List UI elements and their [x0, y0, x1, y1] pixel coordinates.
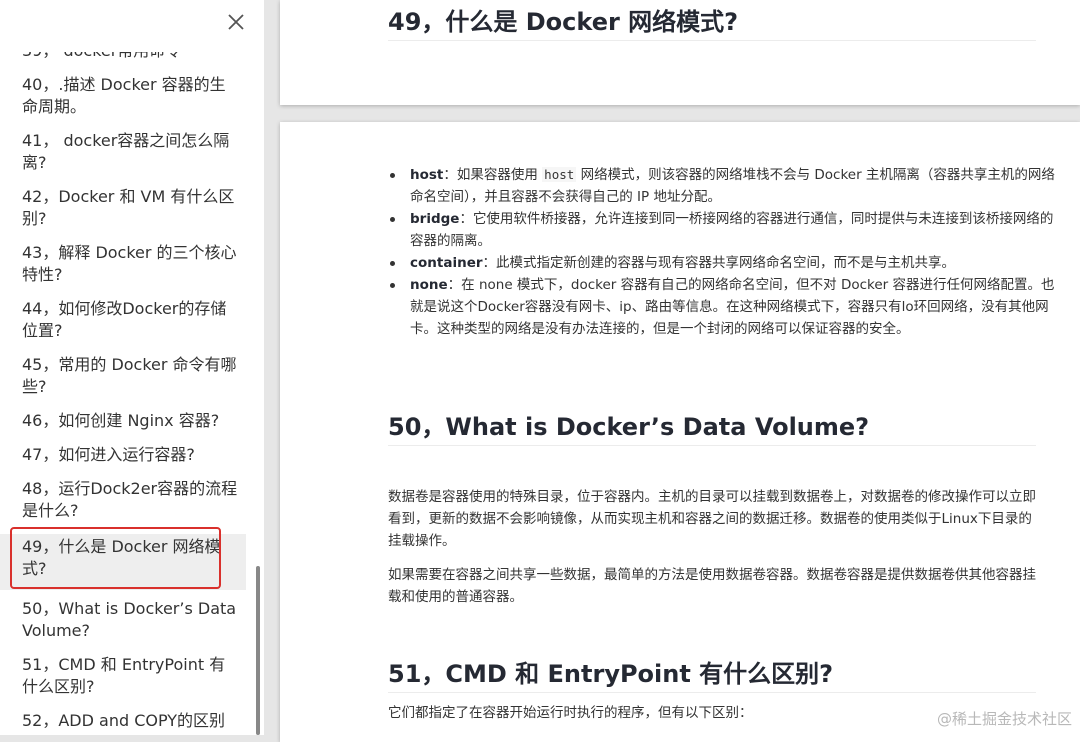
- list-item: bridge：它使用软件桥接器，允许连接到同一桥接网络的容器进行通信，同时提供与…: [390, 208, 1060, 252]
- toc-item[interactable]: 48，运行Dock2er容器的流程是什么?: [0, 478, 246, 534]
- scrollbar[interactable]: [256, 566, 260, 735]
- list-item: host：如果容器使用 host 网络模式，则该容器的网络堆栈不会与 Docke…: [390, 164, 1060, 208]
- paragraph: 如果需要在容器之间共享一些数据，最简单的方法是使用数据卷容器。数据卷容器是提供数…: [388, 567, 1036, 605]
- heading-49: 49，什么是 Docker 网络模式?: [388, 8, 739, 36]
- list-item: container：此模式指定新创建的容器与现有容器共享网络命名空间，而不是与主…: [390, 252, 1060, 274]
- content-card: host：如果容器使用 host 网络模式，则该容器的网络堆栈不会与 Docke…: [280, 122, 1080, 742]
- sidebar-header: [0, 0, 264, 52]
- content-card-top: 49，什么是 Docker 网络模式?: [280, 0, 1080, 105]
- toc-item[interactable]: 44，如何修改Docker的存储位置?: [0, 298, 246, 354]
- toc-item[interactable]: 40，.描述 Docker 容器的生命周期。: [0, 62, 246, 130]
- toc-item[interactable]: 45，常用的 Docker 命令有哪些?: [0, 354, 246, 410]
- list-item: none：在 none 模式下，docker 容器有自己的网络命名空间，但不对 …: [390, 274, 1060, 340]
- toc-item[interactable]: 42，Docker 和 VM 有什么区别?: [0, 186, 246, 242]
- toc-item[interactable]: 50，What is Docker’s Data Volume?: [0, 590, 246, 654]
- toc-list: 39， docker常用命令 40，.描述 Docker 容器的生命周期。 41…: [0, 40, 264, 732]
- content-area: 49，什么是 Docker 网络模式? host：如果容器使用 host 网络模…: [264, 0, 1080, 742]
- heading-underline: [388, 445, 1036, 446]
- watermark: @稀土掘金技术社区: [936, 710, 1072, 728]
- heading-50: 50，What is Docker’s Data Volume?: [388, 413, 870, 441]
- heading-51: 51，CMD 和 EntryPoint 有什么区别?: [388, 660, 834, 688]
- toc-item[interactable]: 43，解释 Docker 的三个核心特性?: [0, 242, 246, 298]
- toc-item[interactable]: 46，如何创建 Nginx 容器?: [0, 410, 246, 444]
- toc-item[interactable]: 41， docker容器之间怎么隔离?: [0, 130, 246, 186]
- paragraph: 数据卷是容器使用的特殊目录，位于容器内。主机的目录可以挂载到数据卷上，对数据卷的…: [388, 489, 1036, 549]
- toc-item[interactable]: 51，CMD 和 EntryPoint 有什么区别?: [0, 654, 246, 710]
- heading-underline: [388, 692, 1036, 693]
- toc-sidebar: 39， docker常用命令 40，.描述 Docker 容器的生命周期。 41…: [0, 0, 264, 735]
- heading-underline: [388, 40, 1036, 41]
- close-icon[interactable]: [224, 10, 248, 34]
- highlight-box: [10, 527, 221, 589]
- toc-item[interactable]: 52，ADD and COPY的区别: [0, 710, 246, 732]
- network-mode-list: host：如果容器使用 host 网络模式，则该容器的网络堆栈不会与 Docke…: [390, 164, 1060, 340]
- toc-item[interactable]: 47，如何进入运行容器?: [0, 444, 246, 478]
